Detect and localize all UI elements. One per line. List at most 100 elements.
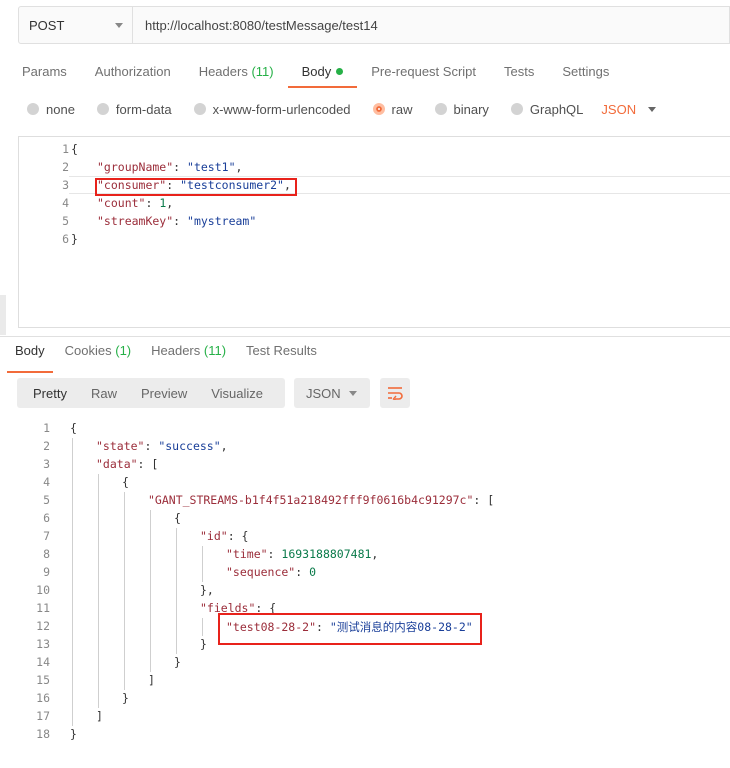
code-line: { <box>174 511 181 525</box>
line-number: 1 <box>43 421 50 435</box>
response-tabs: Body Cookies (1) Headers (11) Test Resul… <box>7 343 337 373</box>
json-key: "time" <box>226 547 268 561</box>
body-type-group: none form-data x-www-form-urlencoded raw… <box>27 98 657 120</box>
code-line: "state": "success", <box>96 439 228 453</box>
wrap-lines-button[interactable] <box>380 378 410 408</box>
json-string: "success" <box>158 439 221 453</box>
radio-none[interactable]: none <box>27 102 75 117</box>
language-label: JSON <box>601 101 637 117</box>
radio-urlencoded-label: x-www-form-urlencoded <box>212 101 351 117</box>
tab-test-results[interactable]: Test Results <box>246 343 317 367</box>
indent-guide <box>202 618 203 636</box>
code-line: "GANT_STREAMS-b1f4f51a218492fff9f0616b4c… <box>148 493 495 507</box>
indent-guide <box>176 528 177 654</box>
request-body-editor[interactable]: 1 2 3 4 5 6 { "groupName": "test1", "con… <box>18 136 730 328</box>
format-pretty[interactable]: Pretty <box>33 386 67 401</box>
line-number: 9 <box>43 565 50 579</box>
json-key: "sequence" <box>226 565 296 579</box>
format-preview[interactable]: Preview <box>141 386 187 401</box>
code-line: "streamKey": "mystream" <box>97 214 257 228</box>
tab-settings[interactable]: Settings <box>562 58 609 88</box>
radio-binary[interactable]: binary <box>434 101 489 117</box>
request-tabs: Params Authorization Headers (11) Body P… <box>22 58 637 88</box>
line-number: 8 <box>43 547 50 561</box>
request-bar: POST http://localhost:8080/testMessage/t… <box>18 6 730 44</box>
tab-cookies[interactable]: Cookies (1) <box>65 343 131 367</box>
response-language-label: JSON <box>306 385 341 401</box>
modified-dot-icon <box>336 68 344 75</box>
radio-form-data-label: form-data <box>115 101 172 117</box>
tab-cookies-count: (1) <box>115 343 132 358</box>
json-number: 0 <box>309 565 317 579</box>
code-line: "id": { <box>200 529 249 543</box>
radio-form-data[interactable]: form-data <box>96 101 172 117</box>
line-number: 14 <box>36 655 50 669</box>
line-number: 3 <box>43 457 50 471</box>
line-number: 13 <box>36 637 50 651</box>
scrollbar-track[interactable] <box>0 295 6 335</box>
chevron-down-icon <box>115 22 123 28</box>
line-number: 4 <box>43 475 50 489</box>
tab-prerequest-script[interactable]: Pre-request Script <box>371 58 476 88</box>
radio-off-icon <box>193 103 206 115</box>
json-key: "data" <box>96 457 138 471</box>
code-line: "groupName": "test1", <box>97 160 243 174</box>
radio-none-label: none <box>46 101 75 117</box>
radio-raw[interactable]: raw <box>372 101 413 117</box>
json-string: "mystream" <box>187 214 257 228</box>
radio-binary-label: binary <box>453 101 489 117</box>
line-number: 5 <box>62 214 69 228</box>
line-number: 7 <box>43 529 50 543</box>
code-line: } <box>122 691 129 705</box>
tab-authorization[interactable]: Authorization <box>95 58 171 88</box>
radio-off-icon <box>96 103 109 115</box>
tab-headers[interactable]: Headers (11) <box>199 58 274 88</box>
language-select[interactable]: JSON <box>601 101 657 117</box>
chevron-down-icon <box>349 390 357 396</box>
line-number: 2 <box>43 439 50 453</box>
json-key: "streamKey" <box>97 214 174 228</box>
radio-graphql[interactable]: GraphQL <box>510 101 584 117</box>
line-number: 3 <box>62 178 69 192</box>
tab-response-headers-label: Headers <box>151 343 201 358</box>
tab-response-body[interactable]: Body <box>7 343 53 373</box>
line-number: 12 <box>36 619 50 633</box>
json-key: "state" <box>96 439 145 453</box>
code-line: } <box>70 727 77 741</box>
indent-guide <box>98 474 99 708</box>
line-number: 16 <box>36 691 50 705</box>
json-number: 1 <box>159 196 167 210</box>
radio-raw-label: raw <box>391 101 413 117</box>
tab-headers-count: (11) <box>251 64 274 79</box>
format-visualize[interactable]: Visualize <box>211 386 263 401</box>
method-label: POST <box>29 17 65 33</box>
code-line: "count": 1, <box>97 196 174 210</box>
line-number: 17 <box>36 709 50 723</box>
tab-cookies-label: Cookies <box>64 343 112 358</box>
annotation-highlight-box <box>218 613 482 645</box>
tab-params[interactable]: Params <box>22 58 67 88</box>
json-key: "id" <box>200 529 228 543</box>
tab-tests[interactable]: Tests <box>504 58 534 88</box>
indent-guide <box>124 492 125 690</box>
response-format-bar: Pretty Raw Preview Visualize <box>17 378 285 408</box>
tab-response-headers-count: (11) <box>203 343 227 358</box>
json-key: "count" <box>97 196 146 210</box>
code-line: ] <box>96 709 103 723</box>
tab-response-headers[interactable]: Headers (11) <box>151 343 226 367</box>
url-input[interactable]: http://localhost:8080/testMessage/test14 <box>133 7 729 43</box>
code-line: ] <box>148 673 155 687</box>
indent-guide <box>72 438 73 726</box>
tab-body[interactable]: Body <box>287 58 357 88</box>
line-number: 18 <box>36 727 50 741</box>
radio-graphql-label: GraphQL <box>529 101 584 117</box>
json-string: "test1" <box>187 160 236 174</box>
line-number: 1 <box>62 142 69 156</box>
radio-urlencoded[interactable]: x-www-form-urlencoded <box>193 101 351 117</box>
json-number: 1693188807481 <box>281 547 372 561</box>
radio-off-icon <box>510 103 523 115</box>
method-select[interactable]: POST <box>19 7 133 43</box>
response-language-select[interactable]: JSON <box>294 378 370 408</box>
format-raw[interactable]: Raw <box>91 386 117 401</box>
tab-headers-label: Headers <box>198 64 248 79</box>
